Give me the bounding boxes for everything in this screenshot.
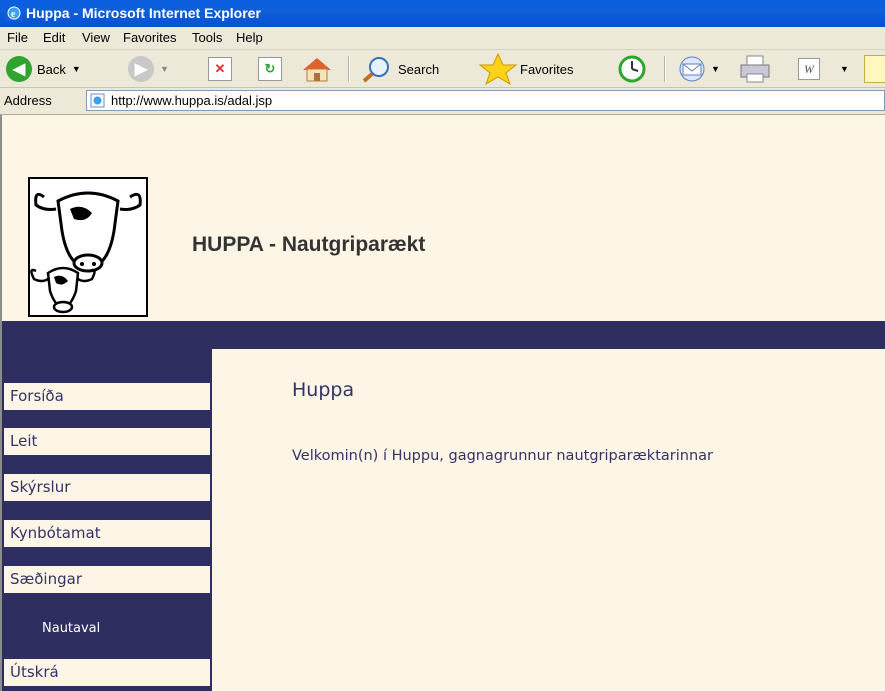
page-heading: Huppa <box>292 379 355 401</box>
toolbar-separator <box>348 56 350 82</box>
history-icon <box>618 55 646 83</box>
home-icon <box>303 58 331 82</box>
sidebar-item-saedingar[interactable]: Sæðingar <box>4 566 210 593</box>
home-button[interactable] <box>300 55 334 83</box>
toolbar: ◀ Back ▼ ▶ ▼ ✕ ↻ Search Favorites ▼ W ▼ <box>0 50 885 88</box>
refresh-icon: ↻ <box>258 57 282 81</box>
window-title: Huppa - Microsoft Internet Explorer <box>26 5 261 21</box>
page-icon <box>90 93 105 108</box>
menu-help[interactable]: Help <box>236 30 263 45</box>
menu-favorites[interactable]: Favorites <box>123 30 176 45</box>
forward-button[interactable]: ▶ ▼ <box>128 55 169 83</box>
toolbar-separator <box>664 56 666 82</box>
history-button[interactable] <box>616 55 648 83</box>
print-button[interactable] <box>738 55 772 83</box>
mail-icon <box>679 56 705 82</box>
discuss-icon <box>864 55 885 83</box>
stop-icon: ✕ <box>208 57 232 81</box>
huppa-logo <box>28 177 148 317</box>
forward-arrow-icon: ▶ <box>128 56 154 82</box>
sidebar-item-leit[interactable]: Leit <box>4 428 210 455</box>
sidebar-subitem-nautaval[interactable]: Nautaval <box>42 621 100 636</box>
back-button[interactable]: ◀ Back ▼ <box>6 55 81 83</box>
address-input[interactable]: http://www.huppa.is/adal.jsp <box>86 90 885 111</box>
edit-word-button[interactable]: W ▼ <box>798 55 849 83</box>
address-label: Address <box>4 93 52 108</box>
discuss-button[interactable] <box>864 55 885 83</box>
mail-button[interactable]: ▼ <box>676 55 720 83</box>
favorites-label: Favorites <box>520 61 574 77</box>
favorites-button[interactable]: Favorites <box>478 53 574 85</box>
mail-dropdown-icon[interactable]: ▼ <box>711 64 720 74</box>
window-titlebar: e Huppa - Microsoft Internet Explorer <box>0 0 885 27</box>
back-label: Back <box>37 61 66 77</box>
refresh-button[interactable]: ↻ <box>258 55 282 83</box>
back-dropdown-icon[interactable]: ▼ <box>72 64 81 74</box>
menu-bar: File Edit View Favorites Tools Help <box>0 27 885 50</box>
sidebar-item-forsida[interactable]: Forsíða <box>4 383 210 410</box>
svg-text:e: e <box>11 9 16 20</box>
menu-file[interactable]: File <box>7 30 28 45</box>
address-bar: Address http://www.huppa.is/adal.jsp <box>0 88 885 115</box>
web-page: HUPPA - Nautgriparækt Forsíða Leit Skýrs… <box>0 115 885 691</box>
site-title: HUPPA - Nautgriparækt <box>192 233 426 256</box>
back-arrow-icon: ◀ <box>6 56 32 82</box>
forward-dropdown-icon[interactable]: ▼ <box>160 64 169 74</box>
word-icon: W <box>798 58 820 80</box>
sidebar-item-skyrslur[interactable]: Skýrslur <box>4 474 210 501</box>
printer-icon <box>740 55 770 83</box>
search-label: Search <box>398 61 440 77</box>
menu-tools[interactable]: Tools <box>192 30 222 45</box>
sidebar-item-utskra[interactable]: Útskrá <box>4 659 210 686</box>
address-url: http://www.huppa.is/adal.jsp <box>111 93 273 108</box>
internet-explorer-icon: e <box>6 5 22 21</box>
menu-view[interactable]: View <box>82 30 110 45</box>
sidebar-item-kynbotamat[interactable]: Kynbótamat <box>4 520 210 547</box>
favorites-star-icon <box>478 53 518 85</box>
search-button[interactable]: Search <box>360 55 439 83</box>
welcome-text: Velkomin(n) í Huppu, gagnagrunnur nautgr… <box>292 448 713 464</box>
search-icon <box>362 57 389 83</box>
header-nav-band <box>2 321 885 349</box>
stop-button[interactable]: ✕ <box>208 55 232 83</box>
menu-edit[interactable]: Edit <box>43 30 65 45</box>
edit-dropdown-icon[interactable]: ▼ <box>840 64 849 74</box>
cow-logo-icon <box>30 191 142 314</box>
